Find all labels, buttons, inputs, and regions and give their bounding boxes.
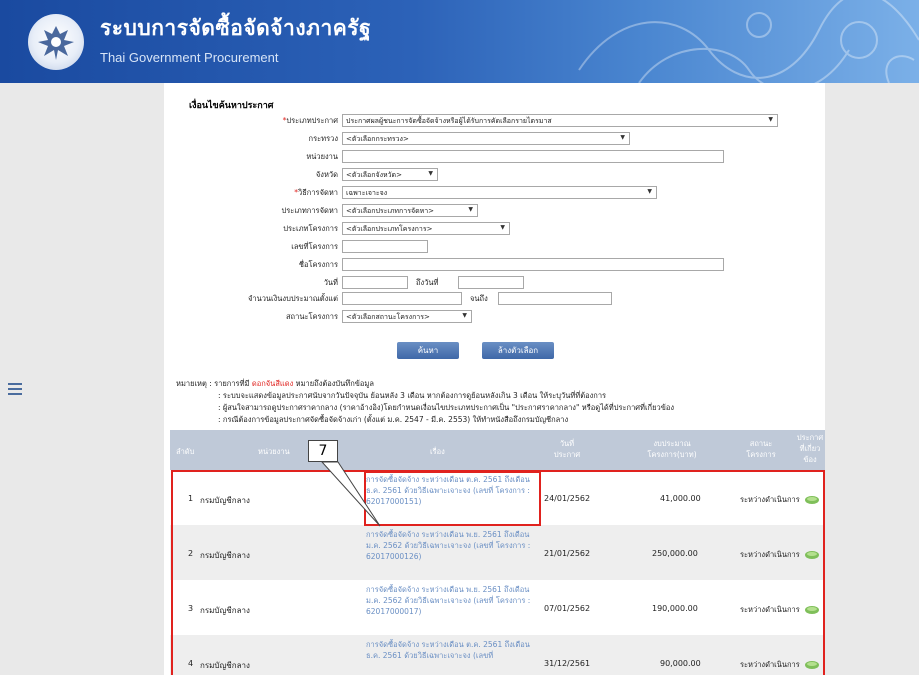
callout-label: 7 <box>308 440 338 462</box>
callout-pointer <box>320 461 381 527</box>
